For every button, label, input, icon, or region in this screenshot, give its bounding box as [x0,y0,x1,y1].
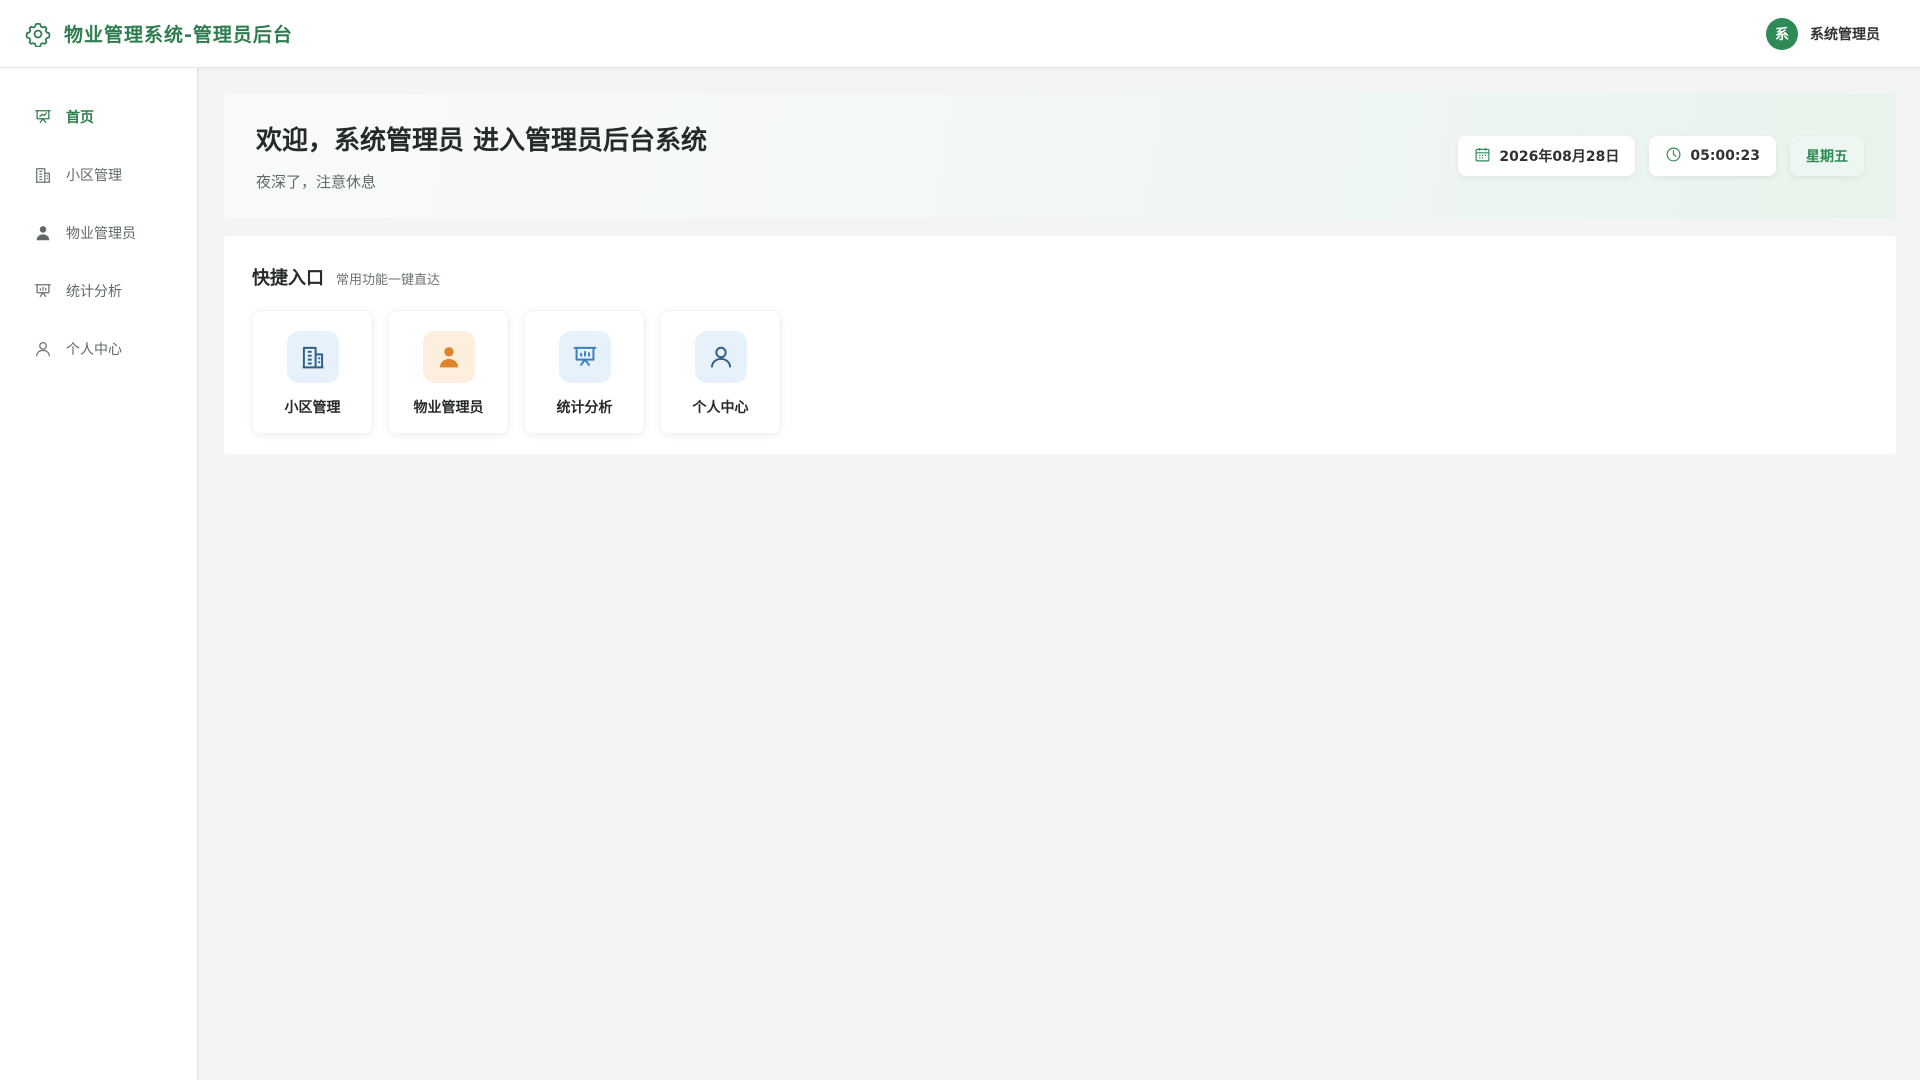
weekday-text: 星期五 [1806,149,1848,165]
app-title: 物业管理系统-管理员后台 [64,24,293,46]
quick-entry-header: 快捷入口 常用功能一键直达 [252,264,1868,290]
quick-card-label: 物业管理员 [413,400,484,416]
welcome-title: 欢迎，系统管理员 进入管理员后台系统 [256,126,708,156]
avatar[interactable]: 系 [1766,17,1798,50]
welcome-text: 欢迎，系统管理员 进入管理员后台系统 夜深了，注意休息 [256,120,707,192]
sidebar-item-property-admin[interactable]: 物业管理员 [0,204,197,262]
presentation-chart-icon [558,331,611,383]
welcome-banner: 欢迎，系统管理员 进入管理员后台系统 夜深了，注意休息 2026年08月28日 … [224,94,1896,218]
quick-entry-list: 小区管理 物业管理员 统计分析 个人中心 [252,310,1868,434]
user-filled-icon [422,331,475,383]
quick-entry-panel: 快捷入口 常用功能一键直达 小区管理 物业管理员 统计分析 个人中心 [224,236,1896,454]
quick-card-statistics[interactable]: 统计分析 [524,310,645,434]
sidebar-item-label: 首页 [66,110,94,126]
quick-card-community[interactable]: 小区管理 [252,310,373,434]
presentation-icon [34,108,52,126]
sidebar-item-profile[interactable]: 个人中心 [0,320,197,378]
presentation-chart-icon [34,282,52,300]
quick-card-label: 个人中心 [692,400,749,416]
user-filled-icon [34,224,52,242]
time-text: 05:00:23 [1690,148,1760,164]
user-outline-icon [34,340,52,358]
quick-card-label: 统计分析 [556,400,613,416]
sidebar-item-home[interactable]: 首页 [0,88,197,146]
time-chip: 05:00:23 [1649,136,1776,176]
date-chip: 2026年08月28日 [1458,136,1636,176]
sidebar-item-label: 统计分析 [66,284,122,300]
sidebar-item-label: 小区管理 [66,168,122,184]
quick-entry-title: 快捷入口 [252,268,324,289]
gear-icon [24,20,52,48]
quick-card-profile[interactable]: 个人中心 [660,310,781,434]
sidebar-item-label: 物业管理员 [66,226,136,242]
quick-entry-subtitle: 常用功能一键直达 [336,273,441,288]
user-outline-icon [694,331,747,383]
weekday-chip: 星期五 [1790,136,1864,176]
sidebar-item-statistics[interactable]: 统计分析 [0,262,197,320]
sidebar: 首页 小区管理 物业管理员 统计分析 个人中心 [0,68,199,1080]
building-icon [286,331,339,383]
welcome-subtitle: 夜深了，注意休息 [256,173,377,191]
quick-card-property-admin[interactable]: 物业管理员 [388,310,509,434]
sidebar-item-label: 个人中心 [66,342,122,358]
date-time-group: 2026年08月28日 05:00:23 星期五 [1458,136,1864,176]
quick-card-label: 小区管理 [284,400,341,416]
brand[interactable]: 物业管理系统-管理员后台 [24,20,293,48]
user-name[interactable]: 系统管理员 [1810,24,1880,44]
clock-icon [1665,146,1682,167]
top-header: 物业管理系统-管理员后台 系 系统管理员 [0,0,1920,68]
user-menu[interactable]: 系 系统管理员 [1766,17,1880,50]
building-icon [34,166,52,184]
calendar-icon [1474,146,1491,167]
sidebar-item-community[interactable]: 小区管理 [0,146,197,204]
date-text: 2026年08月28日 [1499,149,1620,165]
